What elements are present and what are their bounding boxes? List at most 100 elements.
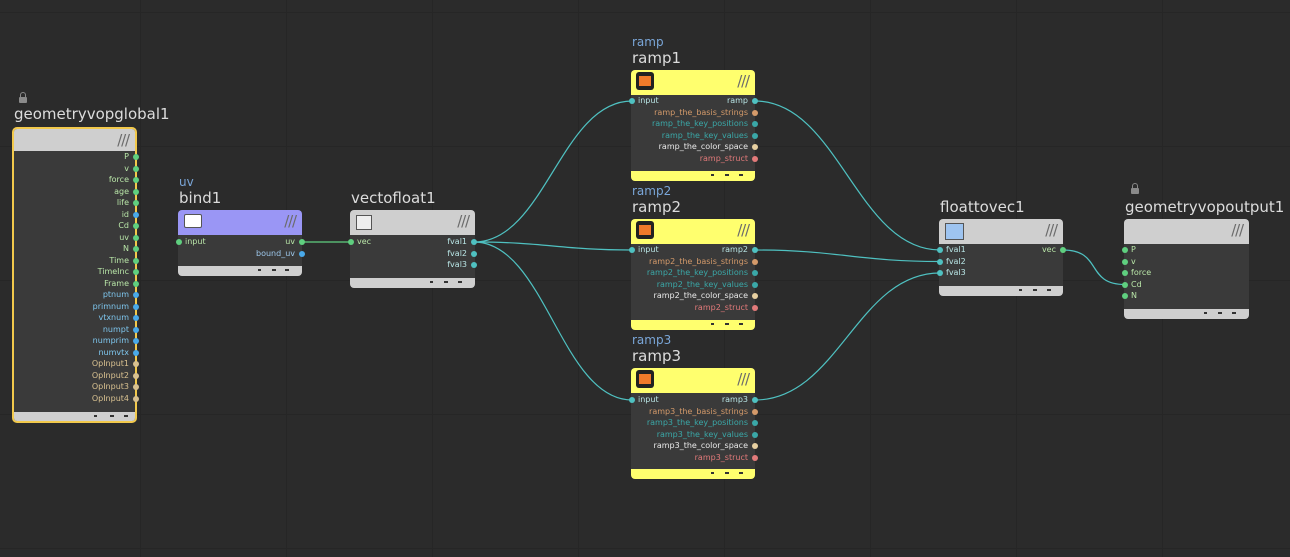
port-dot-Frame[interactable] xyxy=(133,280,139,287)
port-label: ramp2_the_basis_strings xyxy=(649,256,748,266)
port-label: v xyxy=(1131,256,1136,266)
port-dot-numpt[interactable] xyxy=(133,326,139,333)
flags-icon[interactable]: / / / xyxy=(1045,221,1058,239)
port-dot-bound-uv[interactable] xyxy=(299,251,305,257)
port-dot-Cd[interactable] xyxy=(133,223,139,229)
port-label: ramp2_the_color_space xyxy=(653,291,748,300)
port-dot-life[interactable] xyxy=(133,200,139,206)
flags-icon[interactable]: / / / xyxy=(457,212,470,230)
wire[interactable] xyxy=(754,100,941,251)
port-dot-uv[interactable] xyxy=(133,234,139,241)
port-label: age xyxy=(114,186,129,196)
port-dot-age[interactable] xyxy=(133,188,139,195)
node-name-ramp3[interactable]: ramp3 xyxy=(632,347,681,365)
node-name-geometryvopglobal1[interactable]: geometryvopglobal1 xyxy=(14,105,170,123)
port-dot-ramp2-struct[interactable] xyxy=(752,304,758,311)
port-dot-fval1[interactable] xyxy=(937,247,943,253)
port-dot-ramp3-struct[interactable] xyxy=(752,454,758,461)
port-dot-OpInput2[interactable] xyxy=(133,372,139,379)
port-dot-P[interactable] xyxy=(1122,247,1128,253)
node-name-floattovec1[interactable]: floattovec1 xyxy=(940,198,1025,216)
port-dot-ramp-the-color-space[interactable] xyxy=(752,144,758,150)
flags-icon[interactable]: / / / xyxy=(284,212,297,230)
port-dot-v[interactable] xyxy=(1122,258,1128,265)
port-dot-Time[interactable] xyxy=(133,257,139,264)
node-footer xyxy=(14,412,135,421)
port-dot-force[interactable] xyxy=(1122,270,1128,276)
flags-icon[interactable]: / / / xyxy=(737,370,750,388)
port-dot-fval1[interactable] xyxy=(471,239,477,245)
port-dot-OpInput1[interactable] xyxy=(133,361,139,367)
port-dot-ramp3-the-key-positions[interactable] xyxy=(752,420,758,426)
port-dot-fval3[interactable] xyxy=(471,262,477,268)
port-dot-ramp2-the-key-positions[interactable] xyxy=(752,270,758,276)
node-header[interactable]: / / / xyxy=(631,368,755,393)
port-dot-N[interactable] xyxy=(1122,293,1128,299)
port-dot-ramp2[interactable] xyxy=(752,247,758,253)
port-label: ramp2_struct xyxy=(694,302,748,312)
flags-icon[interactable]: / / / xyxy=(737,221,750,239)
wire[interactable] xyxy=(754,272,941,401)
port-dot-fval2[interactable] xyxy=(937,258,943,265)
node-name-ramp1[interactable]: ramp1 xyxy=(632,49,681,67)
node-header[interactable]: / / / xyxy=(178,210,302,235)
port-dot-force[interactable] xyxy=(133,177,139,183)
port-dot-fval3[interactable] xyxy=(937,270,943,276)
node-name-ramp2[interactable]: ramp2 xyxy=(632,198,681,216)
wire[interactable] xyxy=(754,249,941,263)
port-label: fval3 xyxy=(447,260,467,269)
port-dot-fval2[interactable] xyxy=(471,250,477,257)
port-dot-ramp-the-key-values[interactable] xyxy=(752,132,758,139)
port-label: fval3 xyxy=(946,268,966,277)
port-dot-P[interactable] xyxy=(133,154,139,160)
port-dot-ramp[interactable] xyxy=(752,98,758,104)
ramp-icon xyxy=(636,370,654,388)
node-header[interactable]: / / / xyxy=(631,219,755,244)
port-dot-ramp2-the-color-space[interactable] xyxy=(752,293,758,299)
port-dot-ramp-struct[interactable] xyxy=(752,155,758,162)
port-dot-vec[interactable] xyxy=(348,239,354,245)
node-header[interactable]: / / / xyxy=(939,219,1063,244)
wire[interactable] xyxy=(473,100,633,243)
port-dot-ramp3[interactable] xyxy=(752,397,758,403)
port-dot-vtxnum[interactable] xyxy=(133,315,139,321)
node-header[interactable]: / / / xyxy=(14,129,135,151)
port-dot-numvtx[interactable] xyxy=(133,349,139,356)
flags-icon[interactable]: / / / xyxy=(1231,221,1244,239)
port-dot-N[interactable] xyxy=(133,246,139,252)
port-dot-ramp2-the-key-values[interactable] xyxy=(752,281,758,288)
port-dot-input[interactable] xyxy=(176,239,182,245)
port-dot-id[interactable] xyxy=(133,211,139,218)
port-label: input xyxy=(185,237,206,246)
port-dot-primnum[interactable] xyxy=(133,303,139,310)
port-label: P xyxy=(1131,245,1136,254)
node-name-geometryvopoutput1[interactable]: geometryvopoutput1 xyxy=(1125,198,1284,216)
port-dot-ramp3-the-basis-strings[interactable] xyxy=(752,408,758,415)
port-dot-ramp-the-basis-strings[interactable] xyxy=(752,109,758,116)
node-name-bind1[interactable]: bind1 xyxy=(179,189,221,207)
port-dot-uv[interactable] xyxy=(299,239,305,245)
port-dot-TimeInc[interactable] xyxy=(133,269,139,275)
flags-icon[interactable]: / / / xyxy=(737,72,750,90)
port-label: ramp2_the_key_positions xyxy=(646,268,748,277)
port-dot-ramp2-the-basis-strings[interactable] xyxy=(752,258,758,265)
node-name-vectofloat1[interactable]: vectofloat1 xyxy=(351,189,436,207)
port-dot-ramp3-the-color-space[interactable] xyxy=(752,443,758,449)
port-dot-ramp-the-key-positions[interactable] xyxy=(752,121,758,127)
node-header[interactable]: / / / xyxy=(1124,219,1249,244)
port-dot-ramp3-the-key-values[interactable] xyxy=(752,431,758,438)
speech-bubble-icon xyxy=(184,214,202,228)
port-dot-vec[interactable] xyxy=(1060,247,1066,253)
flags-icon[interactable]: / / / xyxy=(117,131,130,149)
port-dot-numprim[interactable] xyxy=(133,338,139,344)
port-label: bound_uv xyxy=(256,249,295,258)
port-dot-ptnum[interactable] xyxy=(133,292,139,298)
port-dot-OpInput4[interactable] xyxy=(133,395,139,402)
wire[interactable] xyxy=(1062,249,1126,286)
port-dot-Cd[interactable] xyxy=(1122,281,1128,288)
wire[interactable] xyxy=(473,241,633,401)
node-header[interactable]: / / / xyxy=(631,70,755,95)
port-dot-OpInput3[interactable] xyxy=(133,384,139,390)
port-dot-v[interactable] xyxy=(133,165,139,172)
node-header[interactable]: / / / xyxy=(350,210,475,235)
